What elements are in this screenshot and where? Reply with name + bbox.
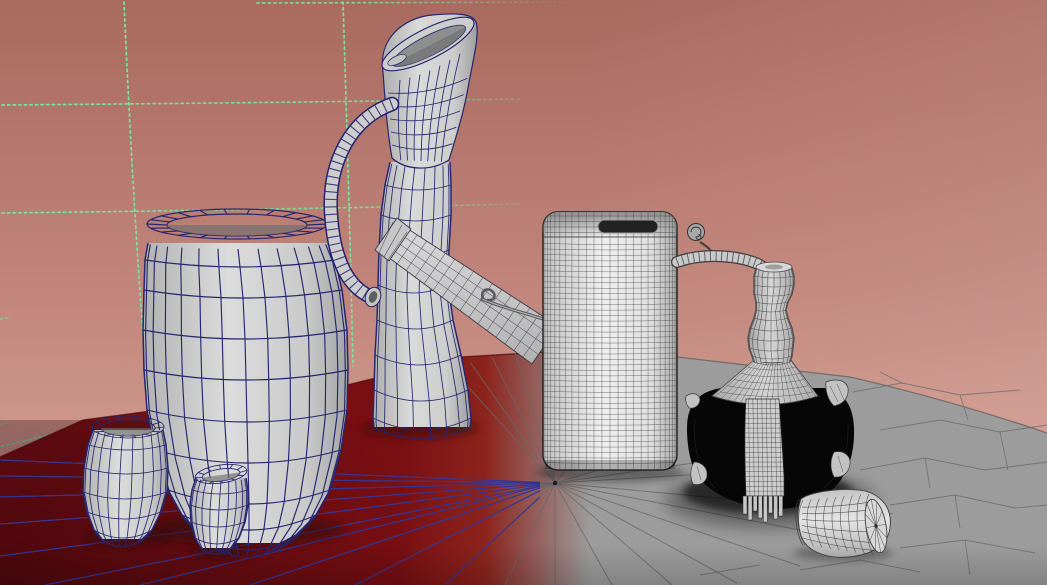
ribbon-fringe	[748, 496, 752, 520]
box-bottom-shade	[545, 460, 675, 469]
bottom-shading	[0, 545, 1047, 585]
ribbon-fringe	[779, 496, 783, 516]
ribbon-fringe	[769, 496, 773, 513]
ribbon-fringe	[758, 496, 762, 518]
floor-pole-vertex	[553, 481, 557, 485]
ribbon-fringe	[774, 496, 778, 519]
ribbon-fringe	[743, 496, 747, 514]
viewport-frame	[0, 0, 1047, 585]
wire-line	[765, 265, 783, 270]
wire-line	[744, 399, 785, 496]
wire-line	[220, 465, 221, 469]
ribbon-fringe	[753, 496, 757, 511]
viewport-canvas[interactable]	[0, 0, 1047, 585]
grid-line-horizontal-top	[257, 2, 596, 3]
ribbon-fringe	[763, 496, 767, 522]
box-handle-slot	[598, 220, 658, 233]
